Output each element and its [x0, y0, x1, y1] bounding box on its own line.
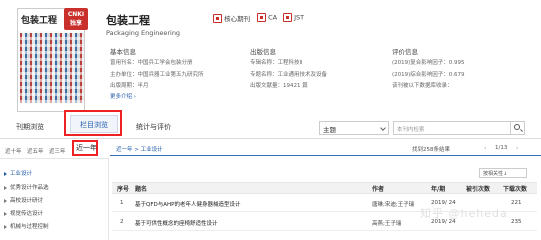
- col-header-no: 序号: [117, 186, 130, 193]
- row-downloads: 235: [511, 219, 522, 225]
- publish-info-row: 专题名称：工业通用技术及设备: [250, 70, 327, 78]
- sidebar-item-mechanical[interactable]: 机械与过程控制: [4, 222, 49, 230]
- publish-info-heading: 出版信息: [250, 48, 276, 56]
- sidebar-divider: [108, 158, 109, 240]
- more-intro-label: 更多介绍: [110, 94, 133, 100]
- eval-info-row: 该刊被以下数据库收录：: [392, 81, 453, 89]
- tab-issue-browse[interactable]: 刊期浏览: [16, 122, 44, 132]
- tag-ca: CA: [257, 13, 277, 22]
- sort-select[interactable]: 按相关性↓: [479, 168, 527, 178]
- info-label: 出版周期：: [110, 83, 138, 89]
- more-intro-link[interactable]: 更多介绍 ›: [110, 92, 136, 100]
- col-header-downloads[interactable]: 下载次数: [503, 184, 527, 193]
- basic-info-row: 主办单位：中国兵器工业第五九研究所: [110, 70, 204, 78]
- row-title-link[interactable]: 基于QFD与AHP的老年人健身器械造型设计: [135, 200, 240, 208]
- caret-right-icon: [4, 171, 7, 176]
- row-downloads: 221: [511, 200, 522, 206]
- info-value: 中国兵器工业第五九研究所: [137, 72, 204, 78]
- publish-info-row: 专辑名称：工程科技Ⅱ: [250, 58, 302, 66]
- caret-right-icon: [4, 224, 7, 229]
- sidebar-item-label: 工业设计: [10, 171, 33, 177]
- search-field-select[interactable]: 主题: [319, 121, 389, 135]
- search-icon: [514, 124, 520, 130]
- info-value: 半月: [137, 83, 149, 89]
- sidebar-item-label: 机械与过程控制: [10, 224, 49, 230]
- info-value: 19421 篇: [283, 83, 308, 89]
- page-indicator: 1/13: [495, 145, 508, 151]
- cover-image-overlay: [20, 33, 84, 103]
- results-count: 找到258条结果: [412, 147, 450, 153]
- search-field-value: 主题: [323, 126, 336, 134]
- tab-stats-eval[interactable]: 统计与评价: [136, 122, 171, 132]
- filter-divider: [0, 158, 108, 159]
- info-label: 出版文献量：: [250, 83, 284, 89]
- publish-info-row: 出版文献量：19421 篇: [250, 81, 308, 89]
- year-filter-3[interactable]: 近三年: [49, 147, 66, 155]
- col-header-author: 作者: [372, 186, 385, 193]
- sidebar-item-design-works[interactable]: 优秀设计作品选: [4, 183, 49, 191]
- tabs-divider: [0, 138, 541, 139]
- tab-column-browse-label: 栏目浏览: [80, 121, 108, 129]
- tag-core-journal: 核心期刊: [213, 13, 250, 23]
- info-label: 主办单位：: [110, 72, 138, 78]
- info-label: (2019)综合影响因子：: [392, 72, 449, 78]
- year-filter-1[interactable]: 近一年: [76, 143, 97, 153]
- year-filter-5[interactable]: 近五年: [27, 147, 44, 155]
- cnki-exclusive-badge: CNKI 独享: [64, 8, 88, 30]
- year-filter-10[interactable]: 近十年: [5, 147, 22, 155]
- tag-icon: [283, 13, 292, 22]
- tag-label: CA: [268, 13, 278, 22]
- eval-info-row: (2019)复合影响因子：0.995: [392, 58, 465, 66]
- row-number: 1: [120, 200, 124, 206]
- next-page-icon[interactable]: ›: [516, 145, 518, 152]
- sidebar-item-label: 高校设计研讨: [10, 198, 44, 204]
- breadcrumb: 近一年 > 工业设计: [116, 147, 163, 153]
- watermark: 知乎 @heheda: [420, 207, 508, 220]
- info-label: (2019)复合影响因子：: [392, 60, 449, 66]
- tag-jst: JST: [283, 13, 304, 22]
- cover-logo-text: 包装工程: [21, 16, 58, 26]
- info-label: 专辑名称：: [250, 60, 278, 66]
- info-value: 0.995: [448, 60, 465, 66]
- sidebar-item-university-design[interactable]: 高校设计研讨: [4, 196, 43, 204]
- caret-right-icon: [4, 198, 7, 203]
- tag-label: JST: [294, 13, 305, 22]
- journal-subtitle: Packaging Engineering: [106, 29, 181, 37]
- eval-info-row: (2019)综合影响因子：0.679: [392, 70, 465, 78]
- sidebar-item-label: 视觉传达设计: [10, 211, 44, 217]
- tag-label: 核心期刊: [224, 15, 251, 23]
- sidebar-item-industrial-design[interactable]: 工业设计: [4, 169, 32, 177]
- caret-right-icon: [4, 211, 7, 216]
- info-value: 中国兵工学会包装分册: [137, 60, 193, 66]
- info-value: 工业通用技术及设备: [277, 72, 328, 78]
- chevron-down-icon: [380, 125, 386, 131]
- results-bar: [110, 141, 541, 156]
- journal-title: 包装工程: [106, 14, 150, 27]
- row-author[interactable]: 高燕;王子瑞: [372, 219, 401, 227]
- row-number: 2: [120, 219, 124, 225]
- search-button[interactable]: [511, 121, 525, 135]
- col-header-title[interactable]: 题名: [135, 184, 147, 193]
- eval-info-heading: 评价信息: [392, 48, 418, 56]
- info-value: 0.679: [448, 72, 465, 78]
- row-author[interactable]: 唐琳;宋迪;王子瑞: [372, 200, 414, 208]
- search-input[interactable]: 本刊内检索: [393, 121, 511, 135]
- chevron-right-icon: ›: [133, 94, 136, 100]
- info-label: 该刊被以下数据库收录：: [392, 83, 453, 89]
- col-header-cited[interactable]: 被引次数: [466, 184, 490, 193]
- basic-info-row: 出版周期：半月: [110, 81, 149, 89]
- sidebar-item-visual-design[interactable]: 视觉传达设计: [4, 209, 43, 217]
- info-label: 专题名称：: [250, 72, 278, 78]
- basic-info-row: 曾用刊名：中国兵工学会包装分册: [110, 58, 193, 66]
- col-header-issue[interactable]: 年/期: [431, 184, 445, 193]
- row-title-link[interactable]: 基于可供性概念的座椅舒适性设计: [135, 219, 218, 227]
- tag-icon: [213, 13, 222, 23]
- basic-info-heading: 基本信息: [110, 48, 136, 56]
- caret-right-icon: [4, 185, 7, 190]
- info-value: 工程科技Ⅱ: [277, 60, 303, 66]
- tag-icon: [257, 13, 266, 22]
- info-label: 曾用刊名：: [110, 60, 138, 66]
- sidebar-item-label: 优秀设计作品选: [10, 185, 49, 191]
- prev-page-icon[interactable]: ‹: [484, 145, 486, 152]
